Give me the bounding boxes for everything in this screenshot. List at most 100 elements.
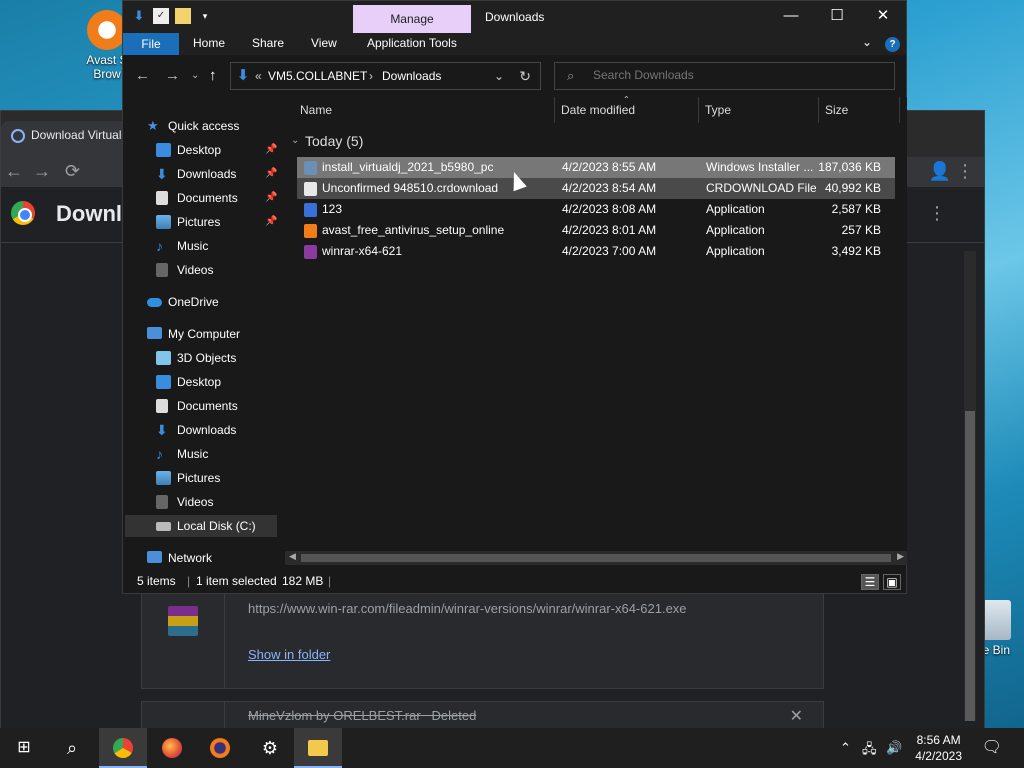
column-date-modified[interactable]: Date modified bbox=[561, 103, 635, 117]
download-icon: ⬇ bbox=[156, 166, 168, 182]
sort-indicator-icon: ⌃ bbox=[623, 95, 630, 104]
column-divider[interactable] bbox=[698, 97, 699, 123]
nav-pc-downloads[interactable]: ⬇ Downloads bbox=[123, 419, 281, 441]
nav-pc-videos[interactable]: Videos bbox=[123, 491, 281, 513]
pin-icon[interactable]: 📌 bbox=[265, 187, 277, 209]
large-icons-view-icon[interactable]: ▣ bbox=[883, 574, 901, 590]
profile-icon[interactable]: 👤 ⋮ bbox=[929, 161, 974, 182]
scroll-right-icon[interactable]: ▶ bbox=[897, 551, 904, 562]
breadcrumb-chevron[interactable]: « bbox=[255, 69, 262, 83]
file-explorer-taskbar-icon[interactable] bbox=[294, 728, 342, 768]
nav-local-disk[interactable]: Local Disk (C:) bbox=[125, 515, 277, 537]
firefox-taskbar-icon[interactable] bbox=[148, 728, 196, 768]
column-name[interactable]: Name bbox=[300, 103, 332, 117]
forward-icon[interactable]: → bbox=[33, 161, 51, 182]
settings-taskbar-icon[interactable]: ⚙ bbox=[246, 728, 294, 768]
scroll-thumb[interactable] bbox=[965, 411, 975, 721]
column-divider[interactable] bbox=[554, 97, 555, 123]
taskbar-clock[interactable]: 8:56 AM 4/2/2023 bbox=[915, 732, 962, 764]
breadcrumb-vm5[interactable]: VM5.COLLABNET bbox=[268, 69, 367, 83]
chrome-scrollbar[interactable] bbox=[964, 251, 976, 721]
start-button[interactable]: ⊞ bbox=[0, 728, 48, 768]
chrome-taskbar-icon[interactable] bbox=[99, 728, 147, 768]
folder-icon[interactable] bbox=[175, 8, 191, 24]
notification-icon[interactable]: 🗨 bbox=[982, 737, 1002, 757]
nav-pc-music[interactable]: ♪ Music bbox=[123, 443, 281, 465]
nav-onedrive[interactable]: OneDrive bbox=[123, 291, 281, 313]
download-icon[interactable]: ⬇ bbox=[131, 8, 147, 24]
search-box[interactable]: ⌕ bbox=[554, 62, 895, 90]
up-icon[interactable]: ↑ bbox=[209, 67, 217, 84]
nav-qa-downloads[interactable]: ⬇ Downloads 📌 bbox=[123, 163, 281, 185]
nav-label: Videos bbox=[177, 495, 214, 509]
column-divider[interactable] bbox=[899, 97, 900, 123]
details-view-icon[interactable]: ☰ bbox=[861, 574, 879, 590]
minimize-icon[interactable]: — bbox=[768, 1, 814, 33]
file-row[interactable]: avast_free_antivirus_setup_online 4/2/202… bbox=[297, 220, 895, 241]
horizontal-scrollbar[interactable]: ◀ ▶ bbox=[285, 551, 907, 565]
show-in-folder-link[interactable]: Show in folder bbox=[248, 647, 330, 662]
maximize-icon[interactable]: ☐ bbox=[814, 1, 860, 33]
file-row[interactable]: Unconfirmed 948510.crdownload 4/2/2023 8:… bbox=[297, 178, 895, 199]
group-header-today[interactable]: ⌄ Today (5) bbox=[291, 133, 363, 149]
nav-network[interactable]: Network bbox=[123, 547, 281, 569]
scroll-left-icon[interactable]: ◀ bbox=[289, 551, 296, 562]
pin-icon[interactable]: 📌 bbox=[265, 163, 277, 185]
back-icon[interactable]: ← bbox=[135, 67, 150, 84]
manage-tab[interactable]: Manage bbox=[353, 5, 471, 33]
nav-pc-desktop[interactable]: Desktop bbox=[123, 371, 281, 393]
nav-my-computer[interactable]: My Computer bbox=[123, 323, 281, 345]
close-icon[interactable]: ✕ bbox=[860, 1, 906, 33]
column-type[interactable]: Type bbox=[705, 103, 731, 117]
nav-quick-access[interactable]: ★ Quick access bbox=[123, 115, 281, 137]
network-icon[interactable]: 🖧 bbox=[862, 740, 877, 762]
tab-file[interactable]: File bbox=[123, 33, 179, 55]
chevron-up-icon[interactable]: ⌃ bbox=[840, 740, 851, 756]
column-divider[interactable] bbox=[818, 97, 819, 123]
tab-share[interactable]: Share bbox=[252, 36, 284, 50]
pin-icon[interactable]: 📌 bbox=[265, 139, 277, 161]
recent-locations-icon[interactable]: ⌄ bbox=[191, 70, 199, 81]
download-url[interactable]: https://www.win-rar.com/fileadmin/winrar… bbox=[248, 601, 687, 616]
forward-icon[interactable]: → bbox=[165, 67, 180, 84]
videos-icon bbox=[156, 263, 168, 277]
avast-browser-taskbar-icon[interactable] bbox=[196, 728, 244, 768]
breadcrumb-downloads[interactable]: Downloads bbox=[382, 69, 441, 83]
reload-icon[interactable]: ⟳ bbox=[65, 161, 80, 182]
nav-pc-pictures[interactable]: Pictures bbox=[123, 467, 281, 489]
help-icon[interactable]: ? bbox=[885, 37, 900, 52]
search-icon[interactable]: ⌕ bbox=[48, 728, 96, 768]
back-icon[interactable]: ← bbox=[5, 161, 23, 182]
address-bar[interactable]: ⬇ « VM5.COLLABNET › Downloads ⌄ ↻ bbox=[230, 62, 541, 90]
deleted-status: Deleted bbox=[431, 708, 477, 723]
pin-icon[interactable]: 📌 bbox=[265, 211, 277, 233]
nav-3d-objects[interactable]: 3D Objects bbox=[123, 347, 281, 369]
nav-pc-documents[interactable]: Documents bbox=[123, 395, 281, 417]
tab-home[interactable]: Home bbox=[193, 36, 225, 50]
chevron-down-icon[interactable]: ⌄ bbox=[291, 135, 299, 146]
nav-qa-videos[interactable]: Videos bbox=[123, 259, 281, 281]
nav-qa-pictures[interactable]: Pictures 📌 bbox=[123, 211, 281, 233]
file-icon bbox=[304, 245, 317, 259]
ribbon-tabs: File Home Share View Application Tools ⌄… bbox=[123, 33, 906, 55]
tab-application-tools[interactable]: Application Tools bbox=[367, 36, 457, 50]
file-row[interactable]: install_virtualdj_2021_b5980_pc 4/2/2023 … bbox=[297, 157, 895, 178]
search-input[interactable] bbox=[593, 68, 883, 82]
tab-view[interactable]: View bbox=[311, 36, 337, 50]
scroll-thumb[interactable] bbox=[301, 554, 891, 562]
chrome-tab[interactable]: Download Virtual bbox=[1, 121, 131, 157]
file-row[interactable]: winrar-x64-621 4/2/2023 7:00 AM Applicatio… bbox=[297, 241, 895, 262]
chevron-down-icon[interactable]: ⌄ bbox=[862, 35, 872, 49]
nav-qa-desktop[interactable]: Desktop 📌 bbox=[123, 139, 281, 161]
more-options-icon[interactable]: ⋮ bbox=[928, 203, 946, 224]
file-row[interactable]: 123 4/2/2023 8:08 AM Application 2,587 KB bbox=[297, 199, 895, 220]
refresh-icon[interactable]: ↻ bbox=[519, 68, 531, 85]
nav-qa-music[interactable]: ♪ Music bbox=[123, 235, 281, 257]
nav-qa-documents[interactable]: Documents 📌 bbox=[123, 187, 281, 209]
volume-icon[interactable]: 🔊 bbox=[886, 740, 902, 756]
checkbox-icon[interactable]: ✓ bbox=[153, 8, 169, 24]
chevron-down-icon[interactable]: ⌄ bbox=[494, 69, 504, 83]
chevron-down-icon[interactable]: ▾ bbox=[197, 8, 213, 24]
close-icon[interactable]: ✕ bbox=[790, 706, 803, 726]
column-size[interactable]: Size bbox=[825, 103, 848, 117]
